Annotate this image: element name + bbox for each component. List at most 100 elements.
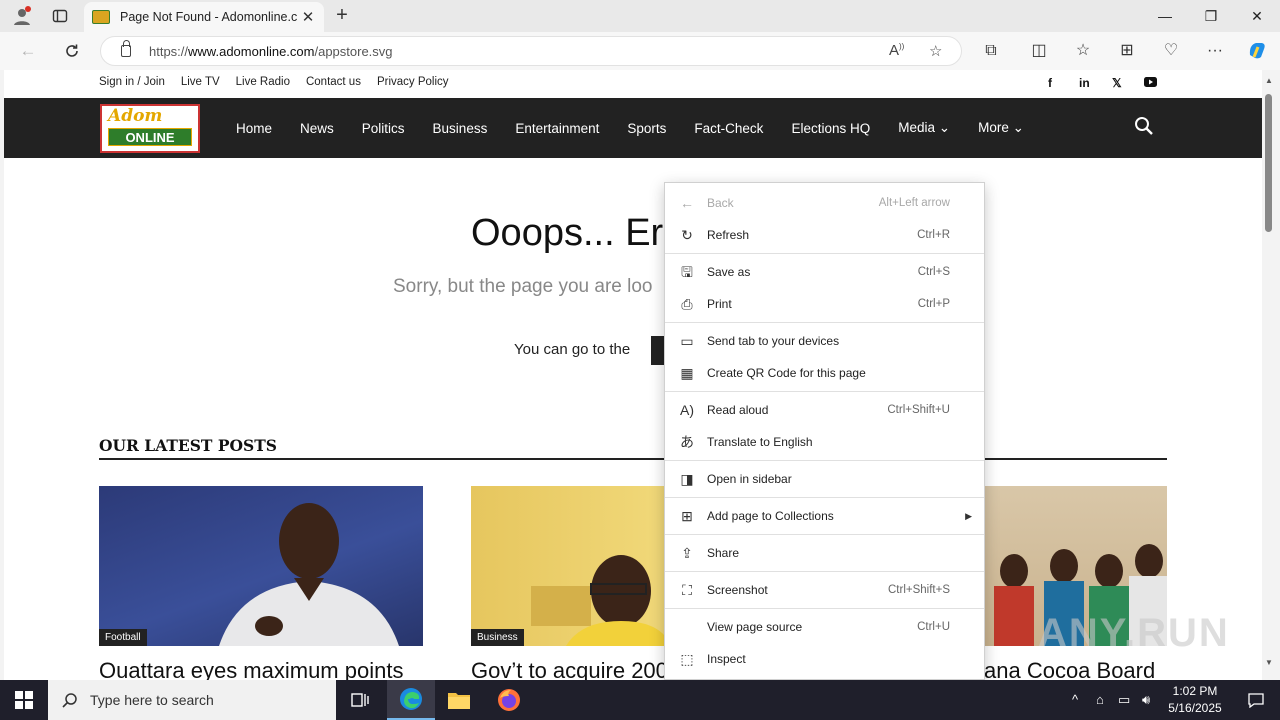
menu-item-send-tab[interactable]: ▭ Send tab to your devices bbox=[665, 325, 984, 357]
category-badge[interactable]: Football bbox=[99, 629, 147, 646]
system-clock[interactable]: 1:02 PM 5/16/2025 bbox=[1160, 683, 1230, 717]
menu-item-inspect[interactable]: ⬚ Inspect bbox=[665, 643, 984, 675]
page-scrollbar[interactable]: ▲ ▼ bbox=[1262, 70, 1276, 680]
menu-separator bbox=[665, 460, 984, 461]
network-icon[interactable]: ▭ bbox=[1118, 692, 1130, 708]
menu-item-open-sidebar[interactable]: ◨ Open in sidebar bbox=[665, 463, 984, 495]
profile-icon[interactable] bbox=[10, 4, 34, 28]
context-menu: ← Back Alt+Left arrow ↻ Refresh Ctrl+R 🖫… bbox=[664, 182, 985, 680]
favorites-icon[interactable]: ☆ bbox=[1070, 39, 1096, 63]
print-icon: ⎙ bbox=[681, 296, 693, 312]
minimize-button[interactable]: — bbox=[1142, 0, 1188, 32]
start-button[interactable] bbox=[0, 680, 48, 720]
restore-button[interactable]: ❐ bbox=[1188, 0, 1234, 32]
nav-more[interactable]: More ⌄ bbox=[978, 120, 1024, 136]
menu-item-read-aloud[interactable]: A) Read aloud Ctrl+Shift+U bbox=[665, 394, 984, 426]
translate-icon: あ bbox=[680, 434, 694, 450]
read-aloud-icon[interactable]: A)) bbox=[889, 42, 904, 59]
windows-taskbar: Type here to search ^ ⌂ ▭ 🔊︎ 1:02 PM 5/1… bbox=[0, 680, 1280, 720]
menu-item-back[interactable]: ← Back Alt+Left arrow bbox=[665, 187, 984, 219]
person-photo-icon bbox=[219, 503, 399, 646]
address-bar[interactable]: https://www.adomonline.com/appstore.svg … bbox=[100, 36, 962, 66]
menu-item-refresh[interactable]: ↻ Refresh Ctrl+R bbox=[665, 219, 984, 251]
task-view-icon[interactable] bbox=[336, 680, 384, 720]
nav-elections-hq[interactable]: Elections HQ bbox=[791, 121, 870, 136]
file-explorer-icon[interactable] bbox=[435, 680, 483, 720]
tab-actions-icon[interactable] bbox=[48, 4, 72, 28]
back-button[interactable]: ← bbox=[14, 38, 42, 64]
nav-fact-check[interactable]: Fact-Check bbox=[694, 121, 763, 136]
error-subtitle: Sorry, but the page you are loo bbox=[393, 276, 653, 297]
close-tab-icon[interactable]: ✕ bbox=[300, 8, 316, 26]
post-title[interactable]: Ouattara eyes maximum points bbox=[99, 658, 403, 680]
taskbar-search[interactable]: Type here to search bbox=[48, 680, 336, 720]
nav-news[interactable]: News bbox=[300, 121, 334, 136]
post-image[interactable]: Business bbox=[471, 486, 671, 646]
search-icon[interactable] bbox=[1134, 116, 1154, 136]
screenshot-icon: ⛶ bbox=[682, 582, 692, 598]
nav-politics[interactable]: Politics bbox=[362, 121, 405, 136]
firefox-icon[interactable] bbox=[485, 680, 533, 720]
live-tv-link[interactable]: Live TV bbox=[181, 76, 220, 88]
menu-item-add-to-collections[interactable]: ⊞ Add page to Collections ▶ bbox=[665, 500, 984, 532]
menu-item-view-source[interactable]: View page source Ctrl+U bbox=[665, 611, 984, 643]
new-tab-button[interactable]: + bbox=[330, 4, 354, 28]
browser-toolbar: ← https://www.adomonline.com/appstore.sv… bbox=[0, 32, 1280, 70]
split-screen-icon[interactable]: ◫ bbox=[1026, 39, 1052, 63]
category-badge[interactable]: Business bbox=[471, 629, 524, 646]
post-title[interactable]: Gov’t to acquire 200 bbox=[471, 658, 668, 680]
linkedin-icon[interactable]: in bbox=[1079, 76, 1090, 90]
nav-sports[interactable]: Sports bbox=[627, 121, 666, 136]
browser-tab-active[interactable]: Page Not Found - Adomonline.c ✕ bbox=[84, 2, 324, 32]
menu-item-translate[interactable]: あ Translate to English bbox=[665, 426, 984, 458]
volume-icon[interactable]: 🔊︎ bbox=[1142, 692, 1150, 708]
device-icon[interactable]: ⌂ bbox=[1096, 692, 1104, 707]
menu-item-qr-code[interactable]: ▦ Create QR Code for this page bbox=[665, 357, 984, 389]
windows-logo-icon bbox=[15, 691, 33, 709]
facebook-icon[interactable]: f bbox=[1048, 76, 1052, 90]
copilot-icon[interactable] bbox=[1244, 39, 1270, 63]
menu-separator bbox=[665, 497, 984, 498]
scroll-up-icon[interactable]: ▲ bbox=[1265, 76, 1273, 85]
main-navigation: Adom ONLINE Home News Politics Business … bbox=[4, 98, 1262, 158]
x-twitter-icon[interactable]: 𝕏 bbox=[1112, 76, 1122, 90]
submenu-arrow-icon: ▶ bbox=[965, 510, 972, 521]
extensions-icon[interactable]: ⧉ bbox=[978, 39, 1004, 63]
sign-in-link[interactable]: Sign in / Join bbox=[99, 76, 165, 88]
chevron-down-icon: ⌄ bbox=[938, 120, 951, 135]
site-favicon-icon bbox=[92, 10, 110, 24]
menu-item-print[interactable]: ⎙ Print Ctrl+P bbox=[665, 288, 984, 320]
title-bar: Page Not Found - Adomonline.c ✕ + — ❐ ✕ bbox=[0, 0, 1280, 32]
post-title[interactable]: ana Cocoa Board bbox=[984, 658, 1155, 680]
privacy-policy-link[interactable]: Privacy Policy bbox=[377, 76, 449, 88]
notifications-icon[interactable] bbox=[1232, 680, 1280, 720]
favorite-star-icon[interactable]: ☆ bbox=[929, 42, 942, 60]
post-image[interactable]: Football bbox=[99, 486, 423, 646]
menu-item-share[interactable]: ⇪ Share bbox=[665, 537, 984, 569]
collections-icon[interactable]: ⊞ bbox=[1114, 39, 1140, 63]
person-photo-icon bbox=[531, 555, 671, 646]
nav-business[interactable]: Business bbox=[433, 121, 488, 136]
edge-taskbar-icon[interactable] bbox=[387, 680, 435, 720]
error-title: Ooops... Er bbox=[471, 212, 664, 254]
nav-home[interactable]: Home bbox=[236, 121, 272, 136]
contact-us-link[interactable]: Contact us bbox=[306, 76, 361, 88]
url-text: https://www.adomonline.com/appstore.svg bbox=[149, 43, 393, 59]
refresh-button[interactable] bbox=[58, 38, 86, 64]
settings-more-icon[interactable]: ··· bbox=[1202, 39, 1228, 63]
adom-online-logo[interactable]: Adom ONLINE bbox=[100, 104, 200, 153]
lock-icon[interactable] bbox=[121, 40, 131, 57]
browser-essentials-icon[interactable]: ♡ bbox=[1158, 39, 1184, 63]
nav-media[interactable]: Media ⌄ bbox=[898, 120, 950, 136]
menu-item-screenshot[interactable]: ⛶ Screenshot Ctrl+Shift+S bbox=[665, 574, 984, 606]
read-aloud-icon: A) bbox=[680, 402, 694, 418]
nav-entertainment[interactable]: Entertainment bbox=[515, 121, 599, 136]
live-radio-link[interactable]: Live Radio bbox=[236, 76, 290, 88]
scroll-thumb[interactable] bbox=[1265, 94, 1272, 232]
show-hidden-icons[interactable]: ^ bbox=[1072, 692, 1078, 707]
scroll-down-icon[interactable]: ▼ bbox=[1265, 658, 1273, 667]
youtube-icon[interactable] bbox=[1144, 76, 1157, 90]
anyrun-watermark: ANY.RUN bbox=[1038, 611, 1230, 655]
menu-item-save-as[interactable]: 🖫 Save as Ctrl+S bbox=[665, 256, 984, 288]
close-window-button[interactable]: ✕ bbox=[1234, 0, 1280, 32]
